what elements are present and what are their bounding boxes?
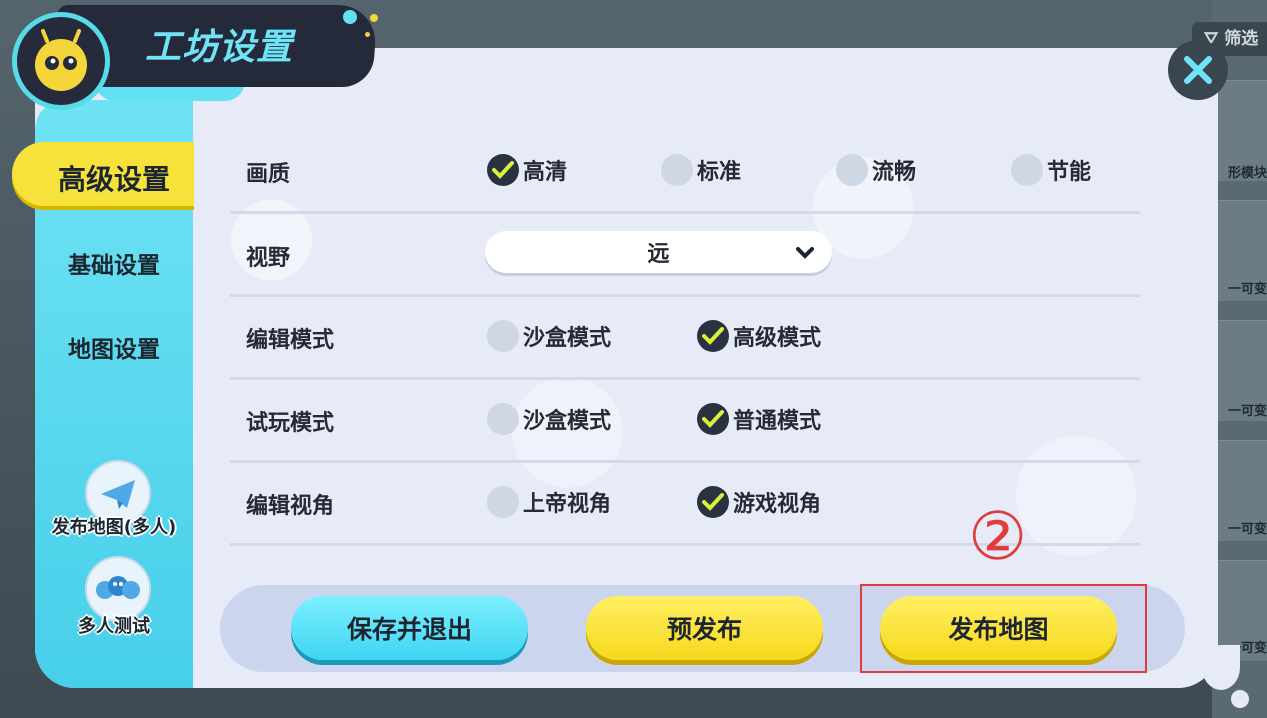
- save-exit-button[interactable]: 保存并退出: [291, 596, 528, 660]
- quality-option-smooth[interactable]: 流畅: [836, 152, 916, 188]
- test-mode-label: 试玩模式: [246, 411, 335, 436]
- bee-mascot-icon: [35, 29, 87, 91]
- annotation-step-marker: ②: [968, 498, 1028, 575]
- close-icon: [1184, 56, 1212, 84]
- edit-view-option-game[interactable]: 游戏视角: [697, 484, 821, 520]
- check-icon: [702, 410, 724, 428]
- tab-map-settings[interactable]: 地图设置: [35, 330, 193, 364]
- view-distance-label: 视野: [246, 246, 291, 271]
- check-icon: [492, 161, 514, 179]
- option-label: 流畅: [872, 160, 917, 185]
- radio-unchecked: [487, 403, 519, 435]
- edit-view-label: 编辑视角: [246, 494, 335, 519]
- decor-dot: [343, 10, 357, 24]
- publish-multiplayer-label: 发布地图(多人): [51, 517, 177, 538]
- decor-dot: [370, 14, 378, 22]
- edit-mode-label: 编辑模式: [246, 328, 335, 353]
- dropdown-value: 远: [647, 242, 670, 267]
- quality-option-eco[interactable]: 节能: [1011, 152, 1091, 188]
- option-label: 游戏视角: [733, 492, 822, 517]
- quality-label: 画质: [246, 162, 291, 187]
- radio-unchecked: [836, 154, 868, 186]
- option-label: 普通模式: [733, 409, 822, 434]
- radio-checked: [697, 403, 729, 435]
- edit-mode-option-sandbox[interactable]: 沙盒模式: [487, 318, 611, 354]
- page-title: 工坊设置: [145, 27, 294, 68]
- test-mode-option-normal[interactable]: 普通模式: [697, 401, 821, 437]
- radio-unchecked: [1011, 154, 1043, 186]
- radio-checked: [487, 154, 519, 186]
- panel-tail: [1202, 645, 1240, 690]
- annotation-highlight-box: [860, 584, 1147, 673]
- radio-checked: [697, 486, 729, 518]
- workshop-avatar: [12, 12, 110, 110]
- tab-advanced-settings[interactable]: 高级设置: [35, 158, 193, 198]
- test-mode-option-sandbox[interactable]: 沙盒模式: [487, 401, 611, 437]
- view-distance-dropdown[interactable]: 远: [485, 231, 832, 273]
- option-label: 节能: [1047, 160, 1092, 185]
- row-divider: [230, 377, 1140, 380]
- multiplayer-icon: [96, 576, 140, 599]
- close-button[interactable]: [1168, 40, 1228, 100]
- radio-unchecked: [487, 320, 519, 352]
- row-divider: [230, 460, 1140, 463]
- row-divider: [230, 294, 1140, 297]
- decor-dot: [365, 32, 370, 37]
- quality-option-hd[interactable]: 高清: [487, 152, 567, 188]
- panel-tail-dot: [1231, 690, 1249, 708]
- multiplayer-test-label: 多人测试: [78, 616, 150, 637]
- option-label: 上帝视角: [523, 492, 612, 517]
- tab-basic-settings[interactable]: 基础设置: [35, 246, 193, 280]
- option-label: 高清: [523, 160, 568, 185]
- radio-checked: [697, 320, 729, 352]
- filter-label: 筛选: [1224, 29, 1259, 49]
- option-label: 沙盒模式: [523, 409, 612, 434]
- row-divider: [230, 211, 1140, 214]
- edit-view-option-god[interactable]: 上帝视角: [487, 484, 611, 520]
- option-label: 标准: [697, 160, 742, 185]
- pre-publish-button[interactable]: 预发布: [586, 596, 823, 660]
- option-label: 沙盒模式: [523, 326, 612, 351]
- chevron-down-icon: [796, 247, 814, 259]
- radio-unchecked: [661, 154, 693, 186]
- edit-mode-option-advanced[interactable]: 高级模式: [697, 318, 821, 354]
- option-label: 高级模式: [733, 326, 822, 351]
- radio-unchecked: [487, 486, 519, 518]
- quality-option-standard[interactable]: 标准: [661, 152, 741, 188]
- check-icon: [702, 493, 724, 511]
- block-shop-strip: 形模块 一可变 一可变 一可变 一可变: [1212, 0, 1267, 718]
- check-icon: [702, 327, 724, 345]
